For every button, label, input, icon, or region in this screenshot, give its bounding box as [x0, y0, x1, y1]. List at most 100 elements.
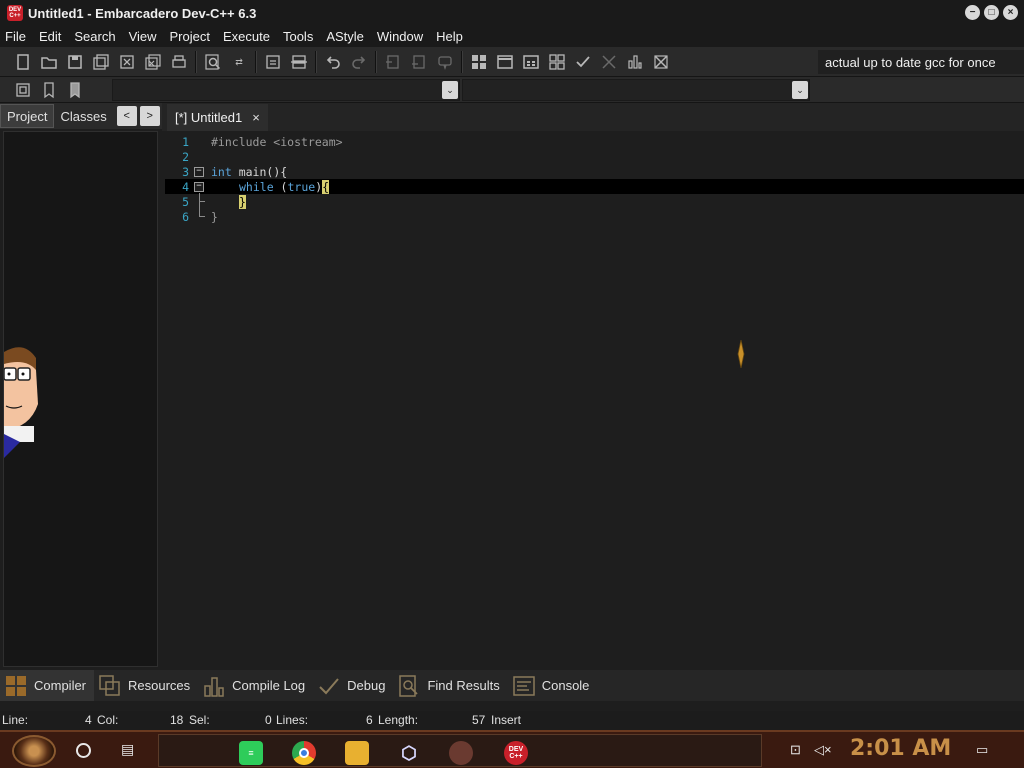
- new-project-icon[interactable]: [380, 50, 406, 74]
- bookmark-icon[interactable]: [36, 78, 62, 102]
- tab-label: Console: [541, 678, 590, 693]
- line-number: 1: [182, 134, 189, 149]
- minimize-button[interactable]: −: [965, 5, 980, 20]
- tab-untitled1[interactable]: [*] Untitled1 ×: [167, 104, 268, 131]
- project-options-icon[interactable]: [432, 50, 458, 74]
- chevron-down-icon[interactable]: ⌄: [792, 81, 808, 99]
- notifications-icon[interactable]: ▭: [976, 742, 994, 758]
- devcpp-app-icon[interactable]: DEV C++: [7, 5, 23, 21]
- project-browser[interactable]: [3, 131, 158, 667]
- run-icon[interactable]: [492, 50, 518, 74]
- tab-console[interactable]: Console: [508, 670, 598, 701]
- tab-debug[interactable]: Debug: [313, 670, 393, 701]
- function-combo[interactable]: ⌄: [462, 79, 810, 101]
- chevron-right-icon[interactable]: >: [139, 106, 160, 126]
- menu-file[interactable]: File: [5, 29, 26, 44]
- stop-execution-icon[interactable]: [596, 50, 622, 74]
- menu-bar: File Edit Search View Project Execute To…: [0, 26, 1024, 47]
- save-all-icon[interactable]: [88, 50, 114, 74]
- maximize-button[interactable]: □: [984, 5, 999, 20]
- file-explorer-icon[interactable]: [345, 741, 369, 765]
- close-tab-icon[interactable]: ×: [252, 110, 260, 125]
- tab-find-results[interactable]: Find Results: [393, 670, 507, 701]
- status-col-label: Col:: [97, 713, 119, 727]
- print-icon[interactable]: [166, 50, 192, 74]
- taskbar-clock[interactable]: 2:01 AM: [850, 736, 951, 761]
- replace-icon[interactable]: ⇄: [226, 50, 252, 74]
- compiler-set-select[interactable]: actual up to date gcc for once: [818, 50, 1024, 74]
- status-sel-label: Sel:: [189, 713, 210, 727]
- fold-collapse-icon[interactable]: −: [194, 167, 204, 177]
- new-file-icon[interactable]: [10, 50, 36, 74]
- user-avatar-app-icon[interactable]: [449, 741, 473, 765]
- menu-project[interactable]: Project: [170, 29, 210, 44]
- chrome-browser-icon[interactable]: [292, 741, 316, 765]
- menu-execute[interactable]: Execute: [223, 29, 270, 44]
- code-line-active: 4 while (true){: [165, 179, 1024, 194]
- toggle-comment-icon[interactable]: [286, 50, 312, 74]
- syntax-check-icon[interactable]: [570, 50, 596, 74]
- tab-label: [*] Untitled1: [175, 110, 243, 125]
- toolbar-separator: [195, 51, 197, 73]
- line-number: 4: [182, 179, 189, 194]
- tab-compile-log[interactable]: Compile Log: [198, 670, 313, 701]
- save-icon[interactable]: [62, 50, 88, 74]
- line-text: int main(){: [211, 165, 287, 179]
- menu-help[interactable]: Help: [436, 29, 463, 44]
- start-button[interactable]: [12, 735, 56, 767]
- fold-collapse-icon[interactable]: −: [194, 182, 204, 192]
- goto-function-icon[interactable]: [10, 78, 36, 102]
- chevron-down-icon[interactable]: ⌄: [442, 81, 458, 99]
- line-text: }: [211, 209, 218, 224]
- tab-resources[interactable]: Resources: [94, 670, 198, 701]
- fold-guide-end: [199, 216, 205, 217]
- menu-edit[interactable]: Edit: [39, 29, 61, 44]
- line-number: 2: [182, 149, 189, 164]
- menu-search[interactable]: Search: [74, 29, 115, 44]
- virtualbox-icon[interactable]: ⬡: [397, 741, 421, 765]
- class-combo[interactable]: ⌄: [112, 79, 460, 101]
- goto-bookmark-icon[interactable]: [62, 78, 88, 102]
- menu-view[interactable]: View: [129, 29, 157, 44]
- compile-run-icon[interactable]: [518, 50, 544, 74]
- close-button[interactable]: ×: [1003, 5, 1018, 20]
- bookmark-toolbar-group: [10, 78, 88, 102]
- profile-icon[interactable]: [622, 50, 648, 74]
- delete-profile-icon[interactable]: [648, 50, 674, 74]
- line-text: }: [239, 194, 246, 209]
- volume-muted-icon[interactable]: ◁×: [814, 742, 832, 758]
- paren-open: (: [273, 179, 288, 194]
- tab-project[interactable]: Project: [0, 104, 55, 128]
- code-line: 2: [165, 149, 1024, 164]
- tab-classes[interactable]: Classes: [54, 104, 112, 128]
- status-length-label: Length:: [378, 713, 419, 727]
- remove-from-project-icon[interactable]: [406, 50, 432, 74]
- rebuild-all-icon[interactable]: [544, 50, 570, 74]
- tab-label: Compile Log: [232, 678, 306, 693]
- notes-app-icon[interactable]: ≡: [239, 741, 263, 765]
- tab-compiler[interactable]: Compiler: [0, 670, 95, 701]
- menu-tools[interactable]: Tools: [283, 29, 313, 44]
- line-number: 3: [182, 164, 189, 179]
- menu-window[interactable]: Window: [377, 29, 423, 44]
- task-view-icon[interactable]: ▤: [121, 741, 139, 757]
- undo-icon[interactable]: [320, 50, 346, 74]
- chevron-left-icon[interactable]: <: [116, 106, 137, 126]
- code-editor[interactable]: 1 #include <iostream> 2 3 int main(){ 4 …: [165, 132, 1024, 667]
- main-signature: main(){: [231, 164, 288, 179]
- search-circle-icon[interactable]: [76, 743, 91, 758]
- redo-icon[interactable]: [346, 50, 372, 74]
- matched-brace-open: {: [322, 179, 330, 194]
- editor-tab-bar: [*] Untitled1 ×: [162, 103, 1024, 131]
- close-file-icon[interactable]: [114, 50, 140, 74]
- find-icon[interactable]: [200, 50, 226, 74]
- devcpp-taskbar-icon[interactable]: DEV C++: [504, 741, 528, 765]
- status-line-label: Line:: [2, 713, 29, 727]
- status-lines-label: Lines:: [276, 713, 309, 727]
- indent-icon[interactable]: [260, 50, 286, 74]
- close-all-icon[interactable]: [140, 50, 166, 74]
- network-icon[interactable]: ⊡: [790, 742, 808, 758]
- compile-icon[interactable]: [466, 50, 492, 74]
- menu-astyle[interactable]: AStyle: [326, 29, 364, 44]
- open-folder-icon[interactable]: [36, 50, 62, 74]
